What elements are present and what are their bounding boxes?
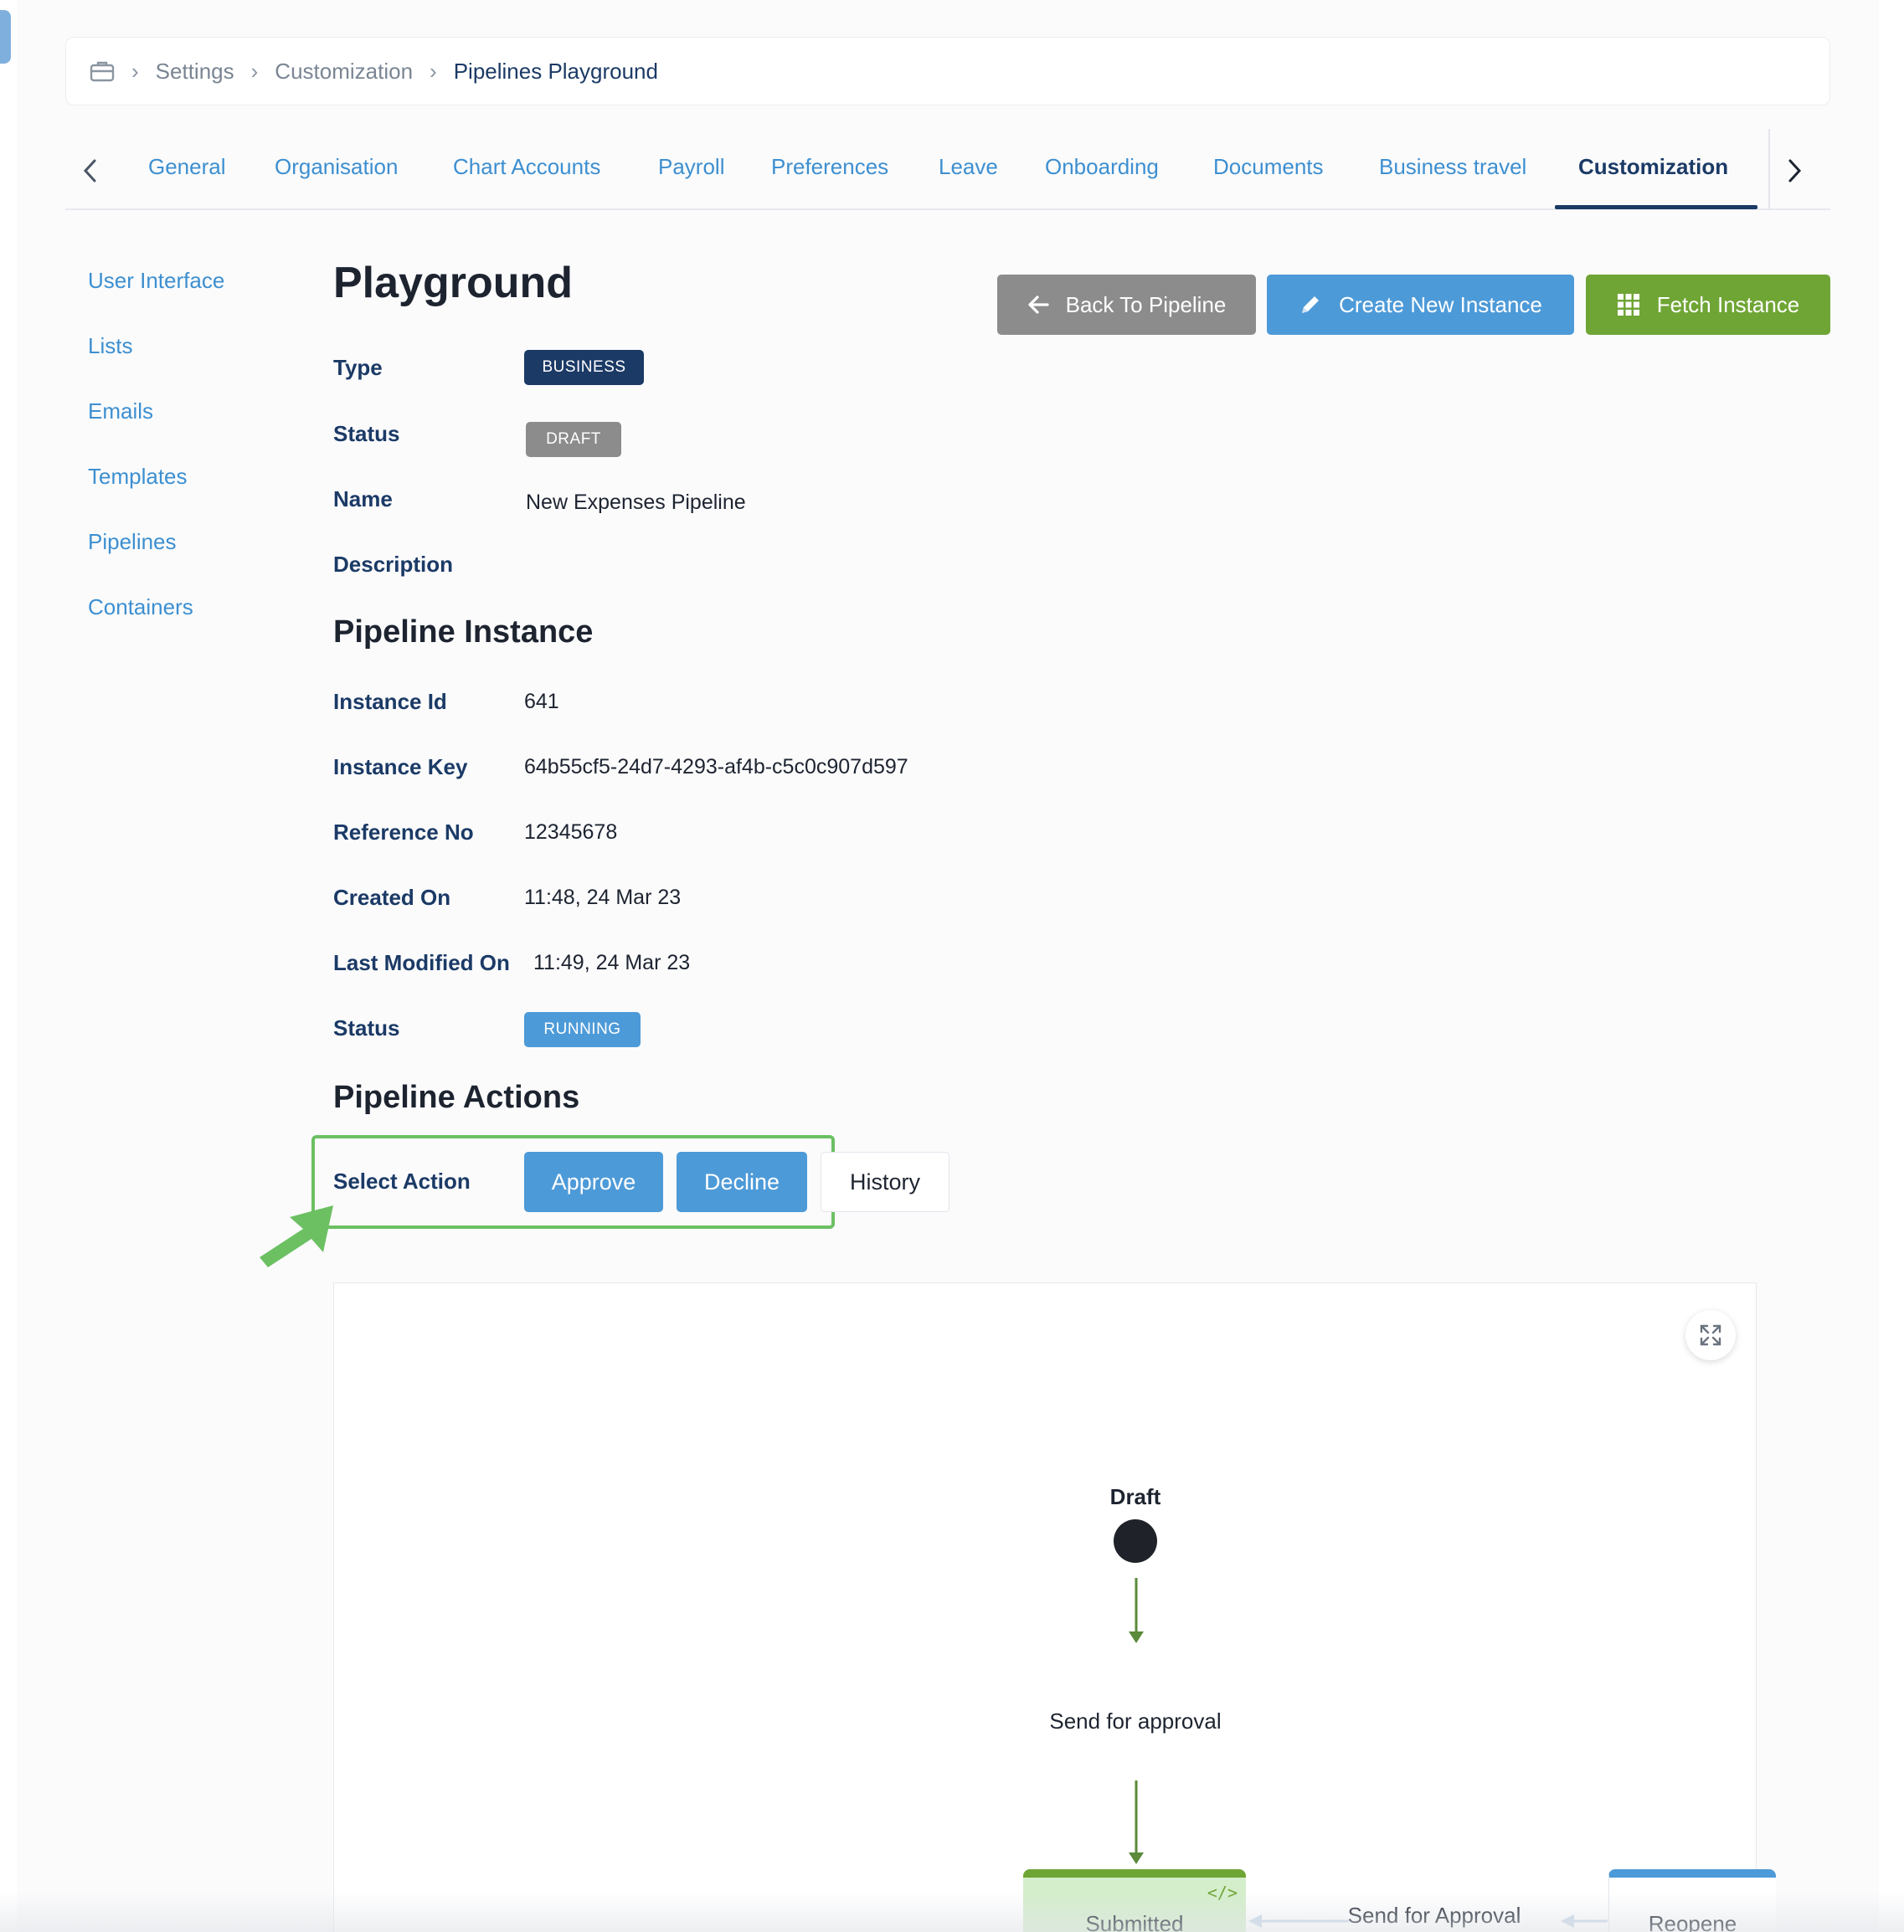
transition-arrow xyxy=(1129,1780,1144,1864)
tab-leave[interactable]: Leave xyxy=(939,154,998,180)
tab-onboarding[interactable]: Onboarding xyxy=(1045,154,1159,180)
send-for-approval-transition[interactable]: Send for approval xyxy=(1049,1708,1221,1734)
sidebar-item-emails[interactable]: Emails xyxy=(88,398,153,424)
sidebar-item-pipelines[interactable]: Pipelines xyxy=(88,529,177,555)
history-button[interactable]: History xyxy=(821,1152,949,1212)
decline-button[interactable]: Decline xyxy=(677,1152,807,1212)
reference-no-value: 12345678 xyxy=(524,820,618,844)
send-for-approval-back-transition[interactable]: Send for Approval xyxy=(1348,1903,1521,1929)
type-label: Type xyxy=(333,355,383,380)
grid-icon xyxy=(1617,294,1639,316)
pipeline-instance-heading: Pipeline Instance xyxy=(333,614,594,650)
back-to-pipeline-label: Back To Pipeline xyxy=(1065,291,1227,317)
tab-customization[interactable]: Customization xyxy=(1578,154,1728,180)
reference-no-label: Reference No xyxy=(333,820,474,845)
submitted-state-label: Submitted xyxy=(1085,1911,1184,1932)
callout-arrow-icon xyxy=(260,1205,333,1267)
tab-business-travel[interactable]: Business travel xyxy=(1379,154,1526,180)
status-label: Status xyxy=(333,421,400,446)
connector-arrow xyxy=(1248,1914,1349,1928)
instance-status-badge: RUNNING xyxy=(524,1012,641,1047)
draft-node-label: Draft xyxy=(1109,1484,1161,1509)
breadcrumb-current: Pipelines Playground xyxy=(453,58,658,84)
approve-button[interactable]: Approve xyxy=(524,1152,663,1212)
fetch-instance-label: Fetch Instance xyxy=(1656,291,1800,317)
transition-arrow xyxy=(1129,1578,1144,1643)
tab-general[interactable]: General xyxy=(148,154,226,180)
reopened-state-label: Reopene xyxy=(1648,1911,1737,1932)
pencil-icon xyxy=(1302,296,1320,313)
chevron-right-icon: › xyxy=(250,58,259,84)
back-to-pipeline-button[interactable]: Back To Pipeline xyxy=(997,275,1256,335)
tab-divider xyxy=(1768,129,1770,209)
name-label: Name xyxy=(333,486,393,511)
create-new-instance-button[interactable]: Create New Instance xyxy=(1267,275,1574,335)
expand-icon[interactable] xyxy=(1685,1310,1736,1360)
created-on-value: 11:48, 24 Mar 23 xyxy=(524,886,682,909)
breadcrumb-customization[interactable]: Customization xyxy=(275,59,413,85)
create-new-instance-label: Create New Instance xyxy=(1339,291,1542,317)
instance-key-value: 64b55cf5-24d7-4293-af4b-c5c0c907d597 xyxy=(524,755,908,778)
last-modified-label: Last Modified On xyxy=(333,950,510,975)
connector-arrow xyxy=(1561,1914,1608,1928)
briefcase-icon[interactable] xyxy=(90,60,115,82)
sidebar-item-templates[interactable]: Templates xyxy=(88,464,188,490)
breadcrumb: › Settings › Customization › Pipelines P… xyxy=(65,37,1830,105)
chevron-left-icon[interactable] xyxy=(74,154,107,188)
sidebar-item-containers[interactable]: Containers xyxy=(88,594,193,620)
instance-id-label: Instance Id xyxy=(333,689,447,714)
description-label: Description xyxy=(333,552,454,577)
status-badge: DRAFT xyxy=(526,422,621,457)
sidebar-item-user-interface[interactable]: User Interface xyxy=(88,268,224,294)
tab-payroll[interactable]: Payroll xyxy=(658,154,724,180)
window-gutter xyxy=(1879,0,1904,1932)
chevron-right-icon: › xyxy=(131,58,139,84)
active-tab-indicator xyxy=(1555,205,1757,209)
sidebar-item-lists[interactable]: Lists xyxy=(88,333,132,359)
created-on-label: Created On xyxy=(333,885,451,910)
select-action-label: Select Action xyxy=(333,1169,471,1194)
chevron-right-icon[interactable] xyxy=(1778,154,1811,188)
arrow-left-icon xyxy=(1028,295,1049,314)
last-modified-value: 11:49, 24 Mar 23 xyxy=(533,951,691,974)
chevron-right-icon: › xyxy=(430,58,437,84)
instance-id-value: 641 xyxy=(524,690,559,713)
fetch-instance-button[interactable]: Fetch Instance xyxy=(1586,275,1830,335)
name-value: New Expenses Pipeline xyxy=(526,491,746,514)
type-badge: BUSINESS xyxy=(524,350,644,385)
pipeline-actions-heading: Pipeline Actions xyxy=(333,1080,580,1115)
tab-documents[interactable]: Documents xyxy=(1213,154,1324,180)
breadcrumb-settings[interactable]: Settings xyxy=(156,59,234,85)
tab-preferences[interactable]: Preferences xyxy=(771,154,888,180)
code-icon[interactable]: </> xyxy=(1207,1883,1238,1903)
pipeline-diagram[interactable]: Draft Send for approval </> Submitted Se… xyxy=(333,1282,1776,1932)
draft-start-node[interactable] xyxy=(1114,1519,1157,1563)
scroll-indicator[interactable] xyxy=(0,10,11,64)
page-title: Playground xyxy=(333,259,574,307)
tab-organisation[interactable]: Organisation xyxy=(275,154,398,180)
reopened-state-node[interactable]: Reopene xyxy=(1608,1869,1776,1932)
tab-chart-accounts[interactable]: Chart Accounts xyxy=(453,154,600,180)
submitted-state-node[interactable]: </> Submitted xyxy=(1023,1869,1246,1932)
instance-status-label: Status xyxy=(333,1015,400,1041)
settings-tabs: General Organisation Chart Accounts Payr… xyxy=(65,129,1830,210)
instance-key-label: Instance Key xyxy=(333,754,468,779)
